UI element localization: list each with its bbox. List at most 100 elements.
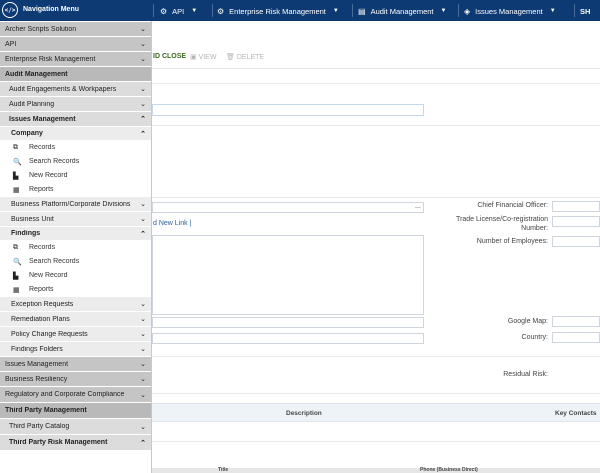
chevron-down-icon[interactable]: ⌄ [138,375,148,383]
nav-item-label: Archer Scripts Solution [5,25,77,33]
topnav-api[interactable]: ⚙ API ▼ [160,5,197,17]
nav-item-label: Issues Management [9,115,76,123]
nav-item-search-records[interactable]: 🔍 Search Records [0,155,151,169]
key-contacts-column-header[interactable]: Key Contacts [555,410,597,417]
chevron-down-icon[interactable]: ⌄ [138,345,148,353]
nav-item-label: New Record [29,272,68,279]
nav-item-label: Search Records [29,258,80,265]
lookup-field[interactable] [152,202,424,213]
chevron-up-icon[interactable]: ⌃ [138,439,148,447]
nav-item-business-resiliency[interactable]: Business Resiliency ⌄ [0,372,151,387]
cfo-field[interactable] [552,201,600,212]
nav-item-label: Audit Planning [9,100,55,108]
nav-item-label: Company [11,130,43,137]
chevron-down-icon[interactable]: ⌄ [138,200,148,208]
caret-down-icon: ▼ [440,8,447,14]
chevron-up-icon[interactable]: ⌃ [138,230,148,238]
navigation-menu-title[interactable]: Navigation Menu [23,6,79,13]
topnav-audit-label: Audit Management [370,6,434,16]
nav-item-company[interactable]: Company ⌃ [0,127,151,141]
chevron-down-icon[interactable]: ⌄ [138,100,148,108]
nav-item-new-record[interactable]: ▙ New Record [0,269,151,283]
chevron-up-icon[interactable]: ⌃ [138,115,148,123]
nav-item-label: Findings Folders [11,345,63,353]
nav-item-label: Third Party Risk Management [9,439,108,446]
topnav-issues-management[interactable]: ◈ Issues Management ▼ [464,5,556,17]
nav-item-label: Business Unit [11,215,54,223]
nav-item-issues-management[interactable]: Issues Management ⌃ [0,112,151,127]
textarea-field[interactable] [152,235,424,315]
text-field[interactable] [152,317,424,328]
nav-item-issues-management[interactable]: Issues Management ⌄ [0,357,151,372]
chevron-down-icon[interactable]: ⌄ [138,215,148,223]
title-column-header[interactable]: Title [218,467,228,473]
nav-item-exception-requests[interactable]: Exception Requests ⌄ [0,297,151,312]
section-divider [152,393,600,394]
chevron-down-icon[interactable]: ⌄ [138,25,148,33]
trade-license-label-line1: Trade License/Co-registration [456,216,548,223]
nav-item-label: Search Records [29,158,80,165]
phone-column-header[interactable]: Phone (Business Direct) [420,467,478,473]
topbar-divider [458,4,459,17]
nav-item-search-records[interactable]: 🔍 Search Records [0,255,151,269]
section-divider [152,441,600,442]
chevron-up-icon[interactable]: ⌃ [138,130,148,138]
nav-item-records[interactable]: ⧉ Records [0,141,151,155]
add-new-link[interactable]: d New Link | [153,220,191,227]
nav-item-enterprise-risk-management[interactable]: Enterprise Risk Management ⌄ [0,52,151,67]
nav-item-new-record[interactable]: ▙ New Record [0,169,151,183]
nav-item-label: Audit Engagements & Workpapers [9,85,117,93]
cfo-label: Chief Financial Officer: [477,202,548,209]
nav-item-business-unit[interactable]: Business Unit ⌄ [0,212,151,227]
view-button[interactable]: ▣ VIEW [190,53,216,61]
chevron-down-icon[interactable]: ⌄ [138,300,148,308]
reports-icon: ▦ [13,186,20,194]
chevron-down-icon[interactable]: ⌄ [138,40,148,48]
nav-item-business-platform-corporate-divisions[interactable]: Business Platform/Corporate Divisions ⌄ [0,197,151,212]
code-icon[interactable]: </> [2,2,18,18]
country-field[interactable] [552,332,600,343]
nav-item-findings[interactable]: Findings ⌃ [0,227,151,241]
nav-item-label: Exception Requests [11,300,74,308]
nav-item-regulatory-and-corporate-compliance[interactable]: Regulatory and Corporate Compliance ⌄ [0,387,151,403]
topnav-enterprise-risk-management[interactable]: ⚙ Enterprise Risk Management ▼ [217,5,339,17]
delete-button[interactable]: 🗑 DELETE [226,53,264,61]
chevron-down-icon[interactable]: ⌄ [138,360,148,368]
description-column-header[interactable]: Description [286,410,322,417]
chevron-down-icon[interactable]: ⌄ [138,330,148,338]
topnav-audit-management[interactable]: ▤ Audit Management ▼ [358,5,446,17]
chevron-down-icon[interactable]: ⌄ [138,391,148,399]
topnav-user[interactable]: SH [580,5,590,17]
nav-item-audit-planning[interactable]: Audit Planning ⌄ [0,97,151,112]
nav-item-third-party-catalog[interactable]: Third Party Catalog ⌄ [0,419,151,435]
nav-item-label: Findings [11,230,41,237]
nav-item-audit-engagements-workpapers[interactable]: Audit Engagements & Workpapers ⌄ [0,82,151,97]
section-divider [152,83,600,84]
nav-item-api[interactable]: API ⌄ [0,37,151,52]
chevron-down-icon[interactable]: ⌄ [138,423,148,431]
lookup-ellipsis-button[interactable]: ... [415,203,421,210]
top-bar: </> Navigation Menu ⚙ API ▼ ⚙ Enterprise… [0,0,600,21]
nav-item-findings-folders[interactable]: Findings Folders ⌄ [0,342,151,357]
nav-item-archer-scripts-solution[interactable]: Archer Scripts Solution ⌄ [0,22,151,37]
nav-item-remediation-plans[interactable]: Remediation Plans ⌄ [0,312,151,327]
text-field[interactable] [152,333,424,344]
text-field[interactable] [152,104,424,116]
nav-item-records[interactable]: ⧉ Records [0,241,151,255]
nav-item-reports[interactable]: ▦ Reports [0,283,151,297]
trade-license-field[interactable] [552,216,600,227]
google-map-field[interactable] [552,316,600,327]
nav-item-policy-change-requests[interactable]: Policy Change Requests ⌄ [0,327,151,342]
chevron-down-icon[interactable]: ⌄ [138,55,148,63]
nav-item-third-party-risk-management[interactable]: Third Party Risk Management ⌃ [0,435,151,451]
nav-item-reports[interactable]: ▦ Reports [0,183,151,197]
nav-item-audit-management[interactable]: Audit Management [0,67,151,82]
nav-item-third-party-management[interactable]: Third Party Management [0,403,151,419]
chevron-down-icon[interactable]: ⌄ [138,85,148,93]
chevron-down-icon[interactable]: ⌄ [138,315,148,323]
nav-item-label: Issues Management [5,360,69,368]
employees-field[interactable] [552,236,600,247]
nav-item-label: Remediation Plans [11,315,70,323]
nav-item-label: API [5,40,17,48]
save-close-button[interactable]: ID CLOSE [153,53,186,60]
